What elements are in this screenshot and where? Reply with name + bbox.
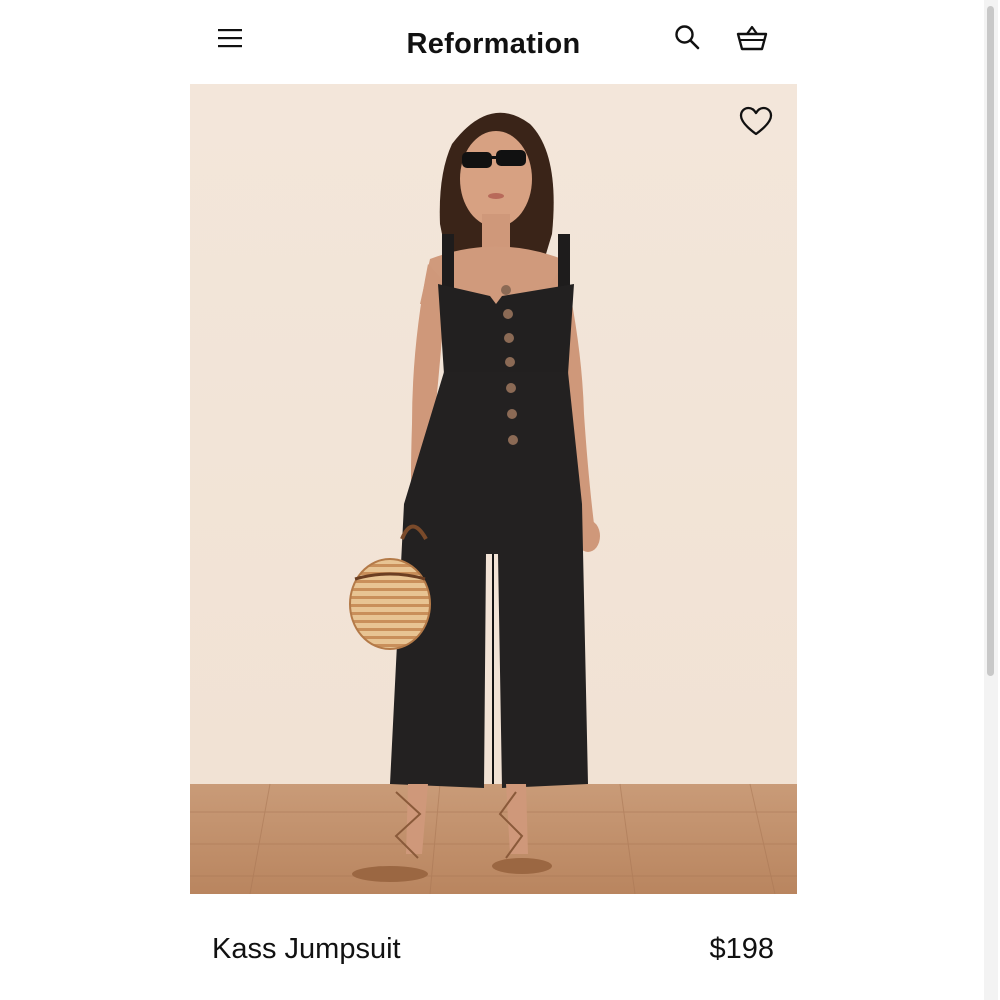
- heart-outline-icon[interactable]: [739, 106, 773, 138]
- product-image[interactable]: [190, 84, 797, 894]
- brand-logo[interactable]: Reformation: [190, 28, 797, 61]
- product-name[interactable]: Kass Jumpsuit: [212, 933, 401, 966]
- product-price: $198: [709, 933, 774, 965]
- product-photo: [190, 84, 797, 894]
- app-header: Reformation: [190, 10, 797, 68]
- scrollbar-thumb[interactable]: [987, 6, 994, 676]
- shopping-basket-icon[interactable]: [735, 24, 769, 52]
- search-icon[interactable]: [674, 24, 700, 50]
